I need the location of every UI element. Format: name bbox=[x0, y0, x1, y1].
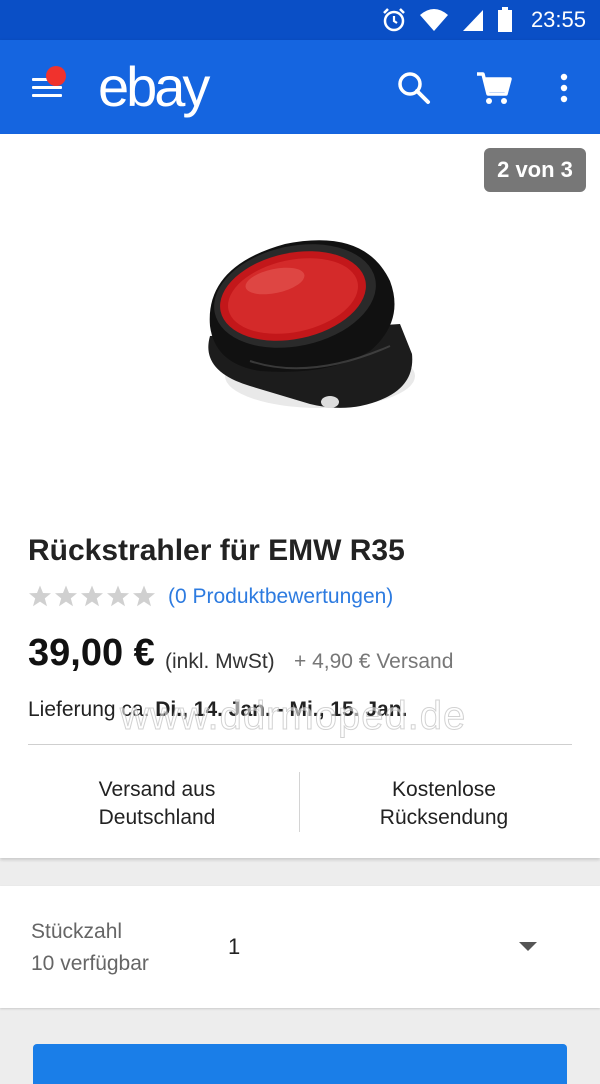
quantity-label: Stückzahl bbox=[31, 920, 123, 943]
battery-icon bbox=[497, 7, 512, 32]
feature-shipping-origin: Versand aus Deutschland bbox=[27, 776, 287, 832]
quantity-card[interactable] bbox=[0, 886, 600, 1008]
feature-free-returns: Kostenlose Rücksendung bbox=[314, 776, 574, 832]
delivery-dates: Di., 14. Jan. - Mi., 15. Jan. bbox=[155, 698, 408, 721]
feature-separator bbox=[299, 772, 300, 832]
feature-line: Rücksendung bbox=[379, 806, 509, 829]
rating-stars[interactable] bbox=[28, 584, 156, 608]
signal-icon bbox=[462, 10, 483, 31]
feature-line: Deutschland bbox=[98, 806, 216, 829]
status-time: 23:55 bbox=[530, 7, 586, 32]
wifi-icon bbox=[419, 9, 448, 31]
delivery-prefix: Lieferung ca. bbox=[28, 698, 150, 721]
star-icon bbox=[133, 585, 155, 607]
image-counter: 2 von 3 bbox=[484, 148, 586, 192]
star-icon bbox=[29, 585, 51, 607]
alarm-icon bbox=[383, 8, 405, 32]
dropdown-arrow-icon[interactable] bbox=[519, 942, 537, 951]
notification-dot bbox=[46, 66, 66, 86]
star-icon bbox=[55, 585, 77, 607]
product-image[interactable] bbox=[190, 226, 430, 426]
ebay-logo[interactable]: ebay bbox=[98, 54, 210, 119]
feature-line: Kostenlose bbox=[392, 778, 496, 801]
reviews-link[interactable]: (0 Produktbewertungen) bbox=[168, 585, 393, 609]
feature-line: Versand aus bbox=[98, 778, 216, 801]
search-icon[interactable] bbox=[394, 68, 434, 108]
quantity-select[interactable]: 1 bbox=[228, 934, 240, 960]
star-icon bbox=[107, 585, 129, 607]
app-bar: ebay bbox=[0, 40, 600, 134]
price: 39,00 € bbox=[28, 632, 155, 674]
delivery-estimate: Lieferung ca. Di., 14. Jan. - Mi., 15. J… bbox=[28, 698, 407, 722]
star-icon bbox=[81, 585, 103, 607]
more-vert-icon[interactable] bbox=[544, 68, 584, 108]
shipping-cost: + 4,90 € Versand bbox=[294, 650, 454, 673]
status-bar: 23:55 bbox=[0, 0, 600, 40]
product-title: Rückstrahler für EMW R35 bbox=[28, 534, 405, 567]
quantity-available: 10 verfügbar bbox=[31, 952, 149, 975]
cart-icon[interactable] bbox=[474, 68, 514, 108]
buy-now-button[interactable] bbox=[33, 1044, 567, 1084]
vat-note: (inkl. MwSt) bbox=[165, 650, 275, 673]
divider bbox=[28, 744, 572, 745]
